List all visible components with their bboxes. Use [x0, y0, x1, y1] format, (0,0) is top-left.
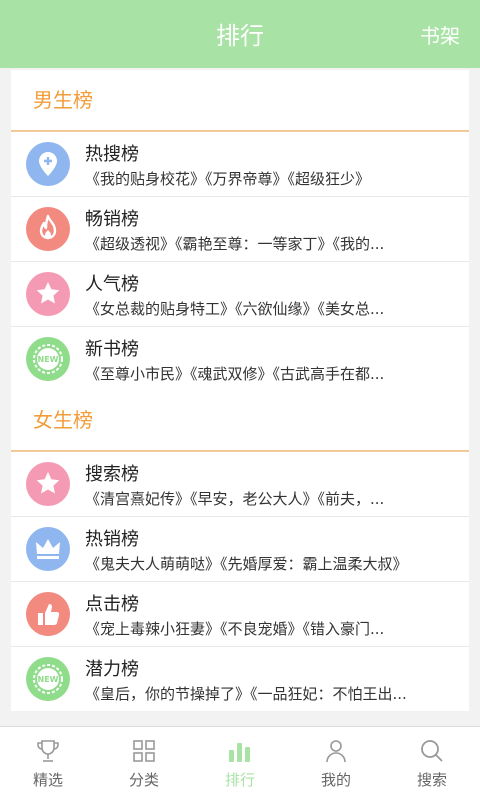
section-female: 女生榜 搜索榜 《清宫熹妃传》《早安，老公大人》《前夫，... 热销榜 《鬼夫大…: [11, 390, 469, 711]
rank-name: 热搜榜: [85, 144, 139, 165]
tab-label: 搜索: [416, 771, 447, 789]
rank-row-search[interactable]: 搜索榜 《清宫熹妃传》《早安，老公大人》《前夫，...: [11, 452, 469, 517]
bar-chart-icon: [229, 743, 250, 762]
new-badge-icon: NEW: [26, 337, 70, 381]
rank-row-hot-search[interactable]: 热搜榜 《我的贴身校花》《万界帝尊》《超级狂少》: [11, 132, 469, 197]
location-pin-plus-icon: [26, 142, 70, 186]
rank-name: 搜索榜: [85, 464, 139, 485]
bottom-tab-bar: 精选 分类 排行 我的 搜索: [0, 726, 480, 801]
rank-row-new-books[interactable]: NEW 新书榜 《至尊小市民》《魂武双修》《古武高手在都...: [11, 327, 469, 391]
rank-books: 《宠上毒辣小狂妻》《不良宠婚》《错入豪门...: [85, 620, 385, 638]
rank-books: 《超级透视》《霸艳至尊：一等家丁》《我的...: [85, 235, 385, 253]
section-header: 男生榜: [11, 70, 469, 132]
rank-row-potential[interactable]: NEW 潜力榜 《皇后，你的节操掉了》《一品狂妃：不怕王出...: [11, 647, 469, 711]
rank-books: 《至尊小市民》《魂武双修》《古武高手在都...: [85, 365, 385, 383]
search-icon: [421, 740, 443, 762]
section-title-male: 男生榜: [33, 88, 93, 112]
rank-row-hot-sales[interactable]: 热销榜 《鬼夫大人萌萌哒》《先婚厚爱：霸上温柔大叔》: [11, 517, 469, 582]
page-title: 排行: [216, 22, 264, 50]
tab-label: 分类: [128, 771, 159, 789]
tab-featured[interactable]: 精选: [0, 727, 96, 801]
rank-books: 《我的贴身校花》《万界帝尊》《超级狂少》: [85, 170, 371, 188]
rank-name: 新书榜: [85, 339, 139, 360]
tab-search[interactable]: 搜索: [384, 727, 480, 801]
tab-label: 精选: [32, 771, 63, 789]
rank-row-bestseller[interactable]: 畅销榜 《超级透视》《霸艳至尊：一等家丁》《我的...: [11, 197, 469, 262]
rank-books: 《清宫熹妃传》《早安，老公大人》《前夫，...: [85, 490, 385, 508]
crown-icon: [26, 527, 70, 571]
rank-books: 《皇后，你的节操掉了》《一品狂妃：不怕王出...: [85, 685, 407, 703]
rank-books: 《鬼夫大人萌萌哒》《先婚厚爱：霸上温柔大叔》: [85, 555, 408, 573]
rank-name: 点击榜: [85, 594, 139, 615]
flame-icon: [26, 207, 70, 251]
section-male: 男生榜 热搜榜 《我的贴身校花》《万界帝尊》《超级狂少》 畅销榜 《超级透视》《…: [11, 70, 469, 391]
tab-mine[interactable]: 我的: [288, 727, 384, 801]
rank-row-clicks[interactable]: 点击榜 《宠上毒辣小狂妻》《不良宠婚》《错入豪门...: [11, 582, 469, 647]
user-icon: [326, 740, 346, 763]
grid-icon: [133, 740, 155, 762]
rank-name: 畅销榜: [85, 209, 139, 230]
section-header: 女生榜: [11, 390, 469, 452]
tab-label: 我的: [320, 771, 351, 789]
tab-category[interactable]: 分类: [96, 727, 192, 801]
star-icon: [26, 272, 70, 316]
rank-name: 人气榜: [85, 274, 139, 295]
thumbs-up-icon: [26, 592, 70, 636]
top-bar: 排行 书架: [0, 0, 480, 68]
new-badge-icon: NEW: [26, 657, 70, 701]
star-icon: [26, 462, 70, 506]
trophy-icon: [37, 740, 59, 762]
tab-ranking[interactable]: 排行: [192, 727, 288, 801]
ranking-list: 男生榜 热搜榜 《我的贴身校花》《万界帝尊》《超级狂少》 畅销榜 《超级透视》《…: [0, 68, 480, 726]
rank-name: 热销榜: [85, 529, 139, 550]
bookshelf-button[interactable]: 书架: [420, 0, 460, 68]
rank-row-popular[interactable]: 人气榜 《女总裁的贴身特工》《六欲仙缘》《美女总...: [11, 262, 469, 327]
svg-text:NEW: NEW: [38, 675, 59, 684]
rank-books: 《女总裁的贴身特工》《六欲仙缘》《美女总...: [85, 300, 385, 318]
rank-name: 潜力榜: [85, 659, 139, 680]
svg-text:NEW: NEW: [38, 355, 59, 364]
tab-label: 排行: [224, 771, 255, 789]
section-title-female: 女生榜: [33, 408, 93, 432]
